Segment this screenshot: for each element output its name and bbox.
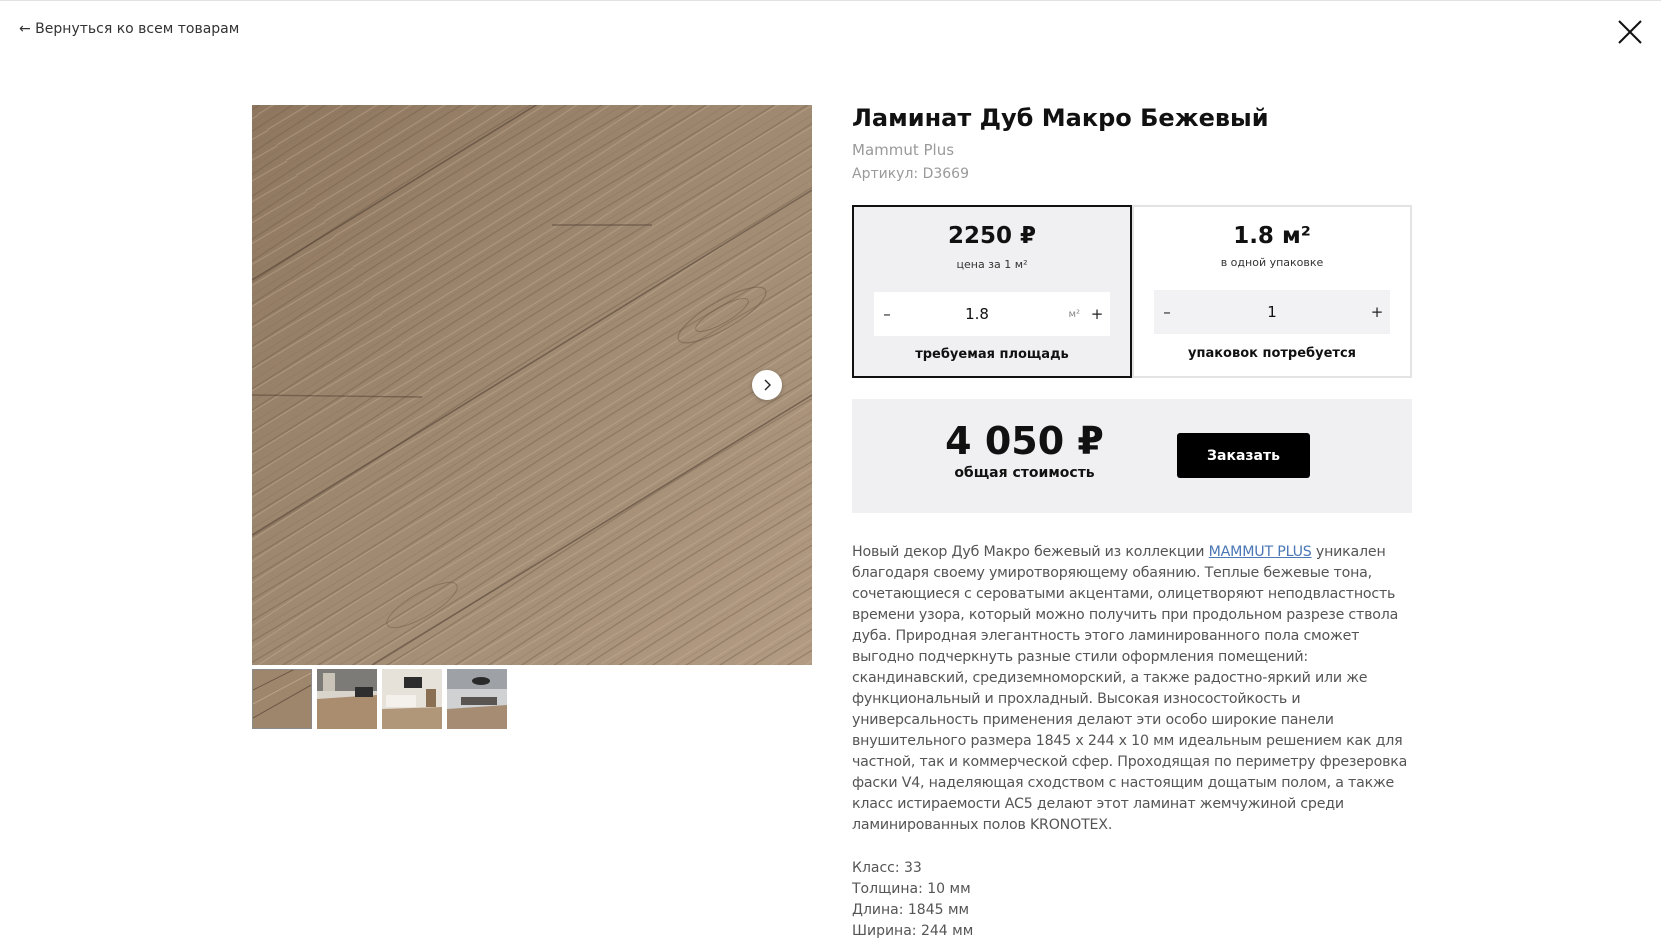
description-text-2: уникален благодаря своему умиротворяющем… bbox=[852, 544, 1408, 833]
pack-area: 1.8 м² bbox=[1233, 223, 1311, 249]
total-price: 4 050 ₽ bbox=[945, 419, 1104, 463]
packs-label: упаковок потребуется bbox=[1187, 346, 1357, 361]
packs-stepper: – + bbox=[1154, 290, 1390, 334]
spec-thickness: Толщина: 10 мм bbox=[852, 881, 971, 897]
product-brand: Mammut Plus bbox=[852, 141, 955, 159]
spec-class: Класс: 33 bbox=[852, 860, 922, 876]
price-per-m2: 2250 ₽ bbox=[947, 223, 1037, 249]
pack-caption: в одной упаковке bbox=[1220, 256, 1324, 269]
collection-link[interactable]: MAMMUT PLUS bbox=[1209, 544, 1312, 560]
description-text-1: Новый декор Дуб Макро бежевый из коллекц… bbox=[852, 544, 1209, 560]
product-description: Новый декор Дуб Макро бежевый из коллекц… bbox=[852, 542, 1412, 836]
packs-calculator: 1.8 м² в одной упаковке – + упаковок пот… bbox=[1132, 205, 1412, 378]
next-image-button[interactable] bbox=[752, 370, 782, 400]
area-calculator: 2250 ₽ цена за 1 м² – м² + требуемая пло… bbox=[852, 205, 1132, 378]
area-input[interactable] bbox=[900, 305, 1054, 323]
packs-increment-button[interactable]: + bbox=[1364, 303, 1390, 321]
area-decrement-button[interactable]: – bbox=[874, 305, 900, 323]
chevron-right-icon bbox=[764, 379, 771, 391]
total-caption: общая стоимость bbox=[954, 465, 1095, 481]
area-increment-button[interactable]: + bbox=[1084, 305, 1110, 323]
top-divider bbox=[0, 0, 1661, 1]
product-title: Ламинат Дуб Макро Бежевый bbox=[852, 104, 1269, 132]
product-sku: Артикул: D3669 bbox=[852, 166, 969, 182]
price-caption: цена за 1 м² bbox=[956, 258, 1028, 271]
spec-length: Длина: 1845 мм bbox=[852, 902, 970, 918]
packs-input[interactable] bbox=[1180, 303, 1364, 321]
product-specs: Класс: 33 Толщина: 10 мм Длина: 1845 мм … bbox=[852, 858, 973, 942]
back-to-products-link[interactable]: ← Вернуться ко всем товарам bbox=[19, 21, 239, 37]
product-main-image bbox=[252, 105, 812, 665]
packs-decrement-button[interactable]: – bbox=[1154, 303, 1180, 321]
thumbnail-4[interactable] bbox=[447, 669, 507, 729]
thumbnail-2[interactable] bbox=[317, 669, 377, 729]
thumbnail-1[interactable] bbox=[252, 669, 312, 729]
close-button[interactable] bbox=[1616, 18, 1644, 46]
close-icon bbox=[1618, 20, 1642, 44]
order-button[interactable]: Заказать bbox=[1177, 433, 1310, 478]
thumbnail-strip bbox=[252, 669, 507, 729]
total-panel: 4 050 ₽ общая стоимость Заказать bbox=[852, 399, 1412, 513]
area-unit: м² bbox=[1068, 308, 1080, 320]
thumbnail-3[interactable] bbox=[382, 669, 442, 729]
area-stepper: – м² + bbox=[874, 292, 1110, 336]
area-label: требуемая площадь bbox=[915, 347, 1069, 362]
